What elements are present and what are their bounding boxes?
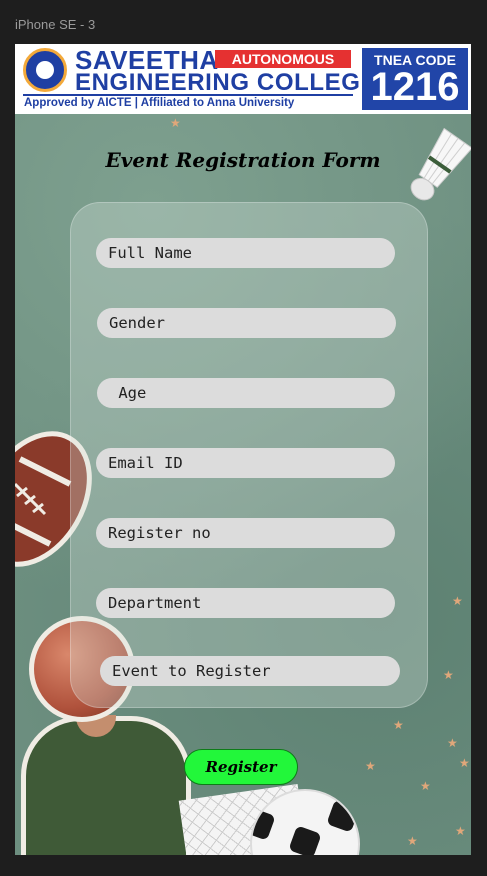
college-logo-icon: [23, 48, 67, 92]
college-affiliation: Approved by AICTE | Affiliated to Anna U…: [24, 97, 295, 109]
star-decoration: ★: [452, 594, 463, 608]
tnea-code-box: TNEA CODE 1216: [362, 48, 468, 110]
star-decoration: ★: [455, 824, 466, 838]
age-input[interactable]: [97, 378, 395, 408]
star-decoration: ★: [459, 756, 470, 770]
autonomous-badge: AUTONOMOUS: [215, 50, 351, 68]
tnea-code: 1216: [370, 65, 460, 109]
star-decoration: ★: [170, 116, 181, 130]
star-decoration: ★: [393, 718, 404, 732]
frame-label: iPhone SE - 3: [15, 17, 96, 32]
star-decoration: ★: [443, 668, 454, 682]
event-input[interactable]: [100, 656, 400, 686]
player-shirt: [21, 715, 191, 855]
star-decoration: ★: [365, 759, 376, 773]
star-decoration: ★: [407, 834, 418, 848]
gender-input[interactable]: [97, 308, 396, 338]
form-title: Event Registration Form: [105, 148, 381, 172]
register-button[interactable]: Register: [184, 749, 298, 785]
college-name-line2: ENGINEERING COLLEGE: [75, 69, 378, 96]
department-input[interactable]: [96, 588, 395, 618]
email-input[interactable]: [96, 448, 395, 478]
star-decoration: ★: [447, 736, 458, 750]
phone-screen: SAVEETHA AUTONOMOUS ENGINEERING COLLEGE …: [15, 44, 471, 855]
full-name-input[interactable]: [96, 238, 395, 268]
banner-divider: [23, 94, 353, 96]
register-no-input[interactable]: [96, 518, 395, 548]
star-decoration: ★: [420, 779, 431, 793]
college-banner: SAVEETHA AUTONOMOUS ENGINEERING COLLEGE …: [15, 44, 471, 114]
